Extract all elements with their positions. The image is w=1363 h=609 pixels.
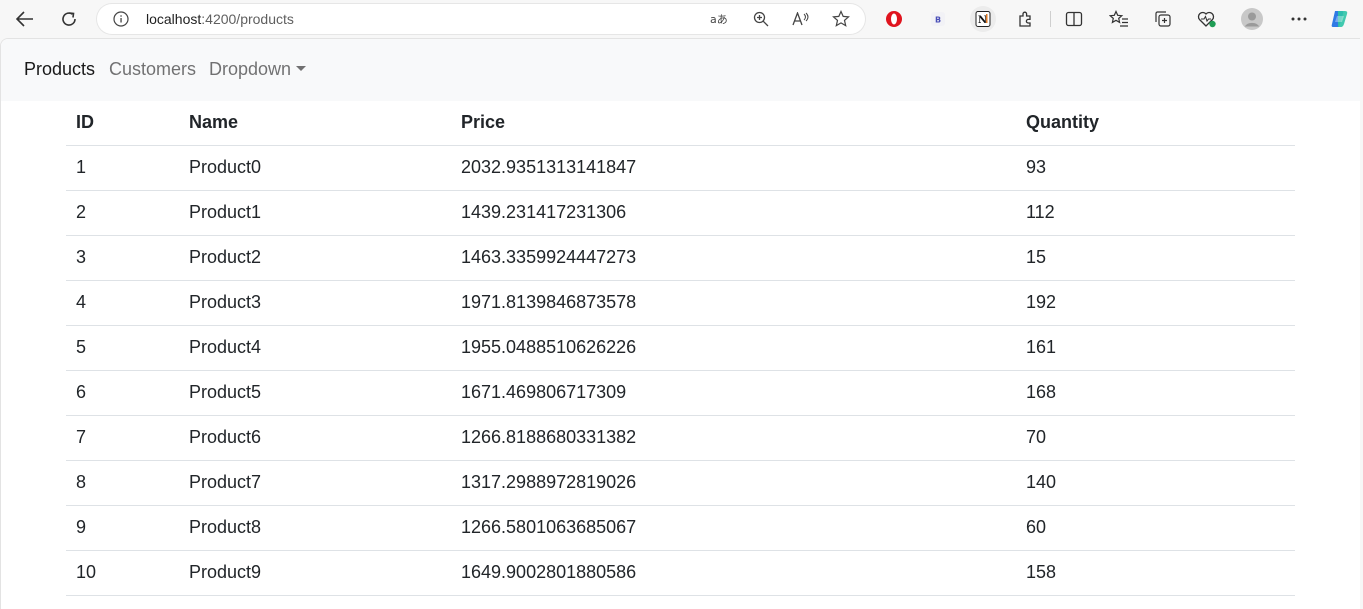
cell-price: 1649.9002801880586 <box>451 550 1016 596</box>
table-row: 7 Product6 1266.8188680331382 70 <box>66 415 1295 461</box>
column-header-name: Name <box>179 100 451 146</box>
table-row: 1 Product0 2032.9351313141847 93 <box>66 145 1295 191</box>
cell-name: Product6 <box>179 415 451 461</box>
address-bar[interactable]: localhost:4200/products aあ <box>97 4 865 34</box>
table-row: 9 Product8 1266.5801063685067 60 <box>66 505 1295 551</box>
app-navbar: Products Customers Dropdown <box>1 39 1360 101</box>
products-table: ID Name Price Quantity 1 Product0 2032.9… <box>66 100 1295 596</box>
cell-price: 1439.231417231306 <box>451 190 1016 236</box>
nav-dropdown-toggle[interactable]: Dropdown <box>209 59 307 80</box>
cell-name: Product1 <box>179 190 451 236</box>
cell-name: Product8 <box>179 505 451 551</box>
table-row: 2 Product1 1439.231417231306 112 <box>66 190 1295 236</box>
cell-quantity: 161 <box>1016 325 1295 371</box>
cell-id: 10 <box>66 550 179 596</box>
cell-price: 1955.0488510626226 <box>451 325 1016 371</box>
cell-id: 5 <box>66 325 179 371</box>
back-arrow-icon[interactable] <box>13 7 37 31</box>
read-aloud-icon[interactable] <box>791 10 811 28</box>
table-row: 6 Product5 1671.469806717309 168 <box>66 370 1295 416</box>
cell-id: 3 <box>66 235 179 281</box>
address-url[interactable]: localhost:4200/products <box>146 11 294 27</box>
star-icon[interactable] <box>831 10 851 28</box>
cell-quantity: 15 <box>1016 235 1295 281</box>
cell-quantity: 93 <box>1016 145 1295 191</box>
cell-id: 8 <box>66 460 179 506</box>
nav-dropdown-label: Dropdown <box>209 59 292 79</box>
nav-link-products[interactable]: Products <box>24 59 95 80</box>
cell-quantity: 140 <box>1016 460 1295 506</box>
cell-name: Product7 <box>179 460 451 506</box>
url-path: :4200/products <box>201 11 294 27</box>
page-viewport: Products Customers Dropdown ID Name Pric… <box>0 38 1360 609</box>
table-header-row: ID Name Price Quantity <box>66 100 1295 146</box>
cell-id: 2 <box>66 190 179 236</box>
cell-price: 2032.9351313141847 <box>451 145 1016 191</box>
toolbar-divider <box>1050 11 1051 27</box>
cell-quantity: 192 <box>1016 280 1295 326</box>
notion-extension-icon[interactable]: N <box>970 6 996 32</box>
svg-text:aあ: aあ <box>710 13 728 26</box>
bing-extension-icon[interactable]: B <box>927 8 949 30</box>
puzzle-extensions-icon[interactable] <box>1015 8 1037 30</box>
table-row: 8 Product7 1317.2988972819026 140 <box>66 460 1295 506</box>
profile-avatar-icon[interactable] <box>1241 8 1263 30</box>
cell-id: 6 <box>66 370 179 416</box>
cell-price: 1671.469806717309 <box>451 370 1016 416</box>
cell-id: 9 <box>66 505 179 551</box>
notion-extension-label: N <box>978 15 987 26</box>
browser-essentials-icon[interactable] <box>1196 8 1218 30</box>
table-row: 10 Product9 1649.9002801880586 158 <box>66 550 1295 596</box>
chevron-down-icon <box>296 66 307 71</box>
table-row: 3 Product2 1463.3359924447273 15 <box>66 235 1295 281</box>
zoom-icon[interactable] <box>751 10 771 28</box>
cell-id: 4 <box>66 280 179 326</box>
table-row: 4 Product3 1971.8139846873578 192 <box>66 280 1295 326</box>
opera-extension-icon[interactable] <box>883 8 905 30</box>
column-header-id: ID <box>66 100 179 146</box>
cell-quantity: 168 <box>1016 370 1295 416</box>
cell-id: 7 <box>66 415 179 461</box>
column-header-quantity: Quantity <box>1016 100 1295 146</box>
more-menu-icon[interactable] <box>1288 8 1310 30</box>
column-header-price: Price <box>451 100 1016 146</box>
url-host: localhost <box>146 11 202 27</box>
cell-id: 1 <box>66 145 179 191</box>
cell-price: 1266.8188680331382 <box>451 415 1016 461</box>
bing-extension-label: B <box>935 16 941 25</box>
cell-price: 1317.2988972819026 <box>451 460 1016 506</box>
cell-name: Product4 <box>179 325 451 371</box>
collections-icon[interactable] <box>1152 8 1174 30</box>
copilot-icon[interactable] <box>1329 8 1351 30</box>
cell-name: Product5 <box>179 370 451 416</box>
browser-chrome: localhost:4200/products aあ B N <box>0 0 1363 38</box>
cell-name: Product2 <box>179 235 451 281</box>
cell-name: Product3 <box>179 280 451 326</box>
cell-quantity: 158 <box>1016 550 1295 596</box>
cell-quantity: 112 <box>1016 190 1295 236</box>
cell-name: Product0 <box>179 145 451 191</box>
cell-quantity: 60 <box>1016 505 1295 551</box>
table-row: 5 Product4 1955.0488510626226 161 <box>66 325 1295 371</box>
translate-icon[interactable]: aあ <box>710 10 730 28</box>
cell-price: 1463.3359924447273 <box>451 235 1016 281</box>
cell-quantity: 70 <box>1016 415 1295 461</box>
info-icon[interactable] <box>113 11 129 27</box>
favorites-icon[interactable] <box>1108 8 1130 30</box>
split-screen-icon[interactable] <box>1063 8 1085 30</box>
refresh-icon[interactable] <box>57 7 81 31</box>
cell-price: 1971.8139846873578 <box>451 280 1016 326</box>
nav-link-customers[interactable]: Customers <box>109 59 196 80</box>
cell-name: Product9 <box>179 550 451 596</box>
cell-price: 1266.5801063685067 <box>451 505 1016 551</box>
